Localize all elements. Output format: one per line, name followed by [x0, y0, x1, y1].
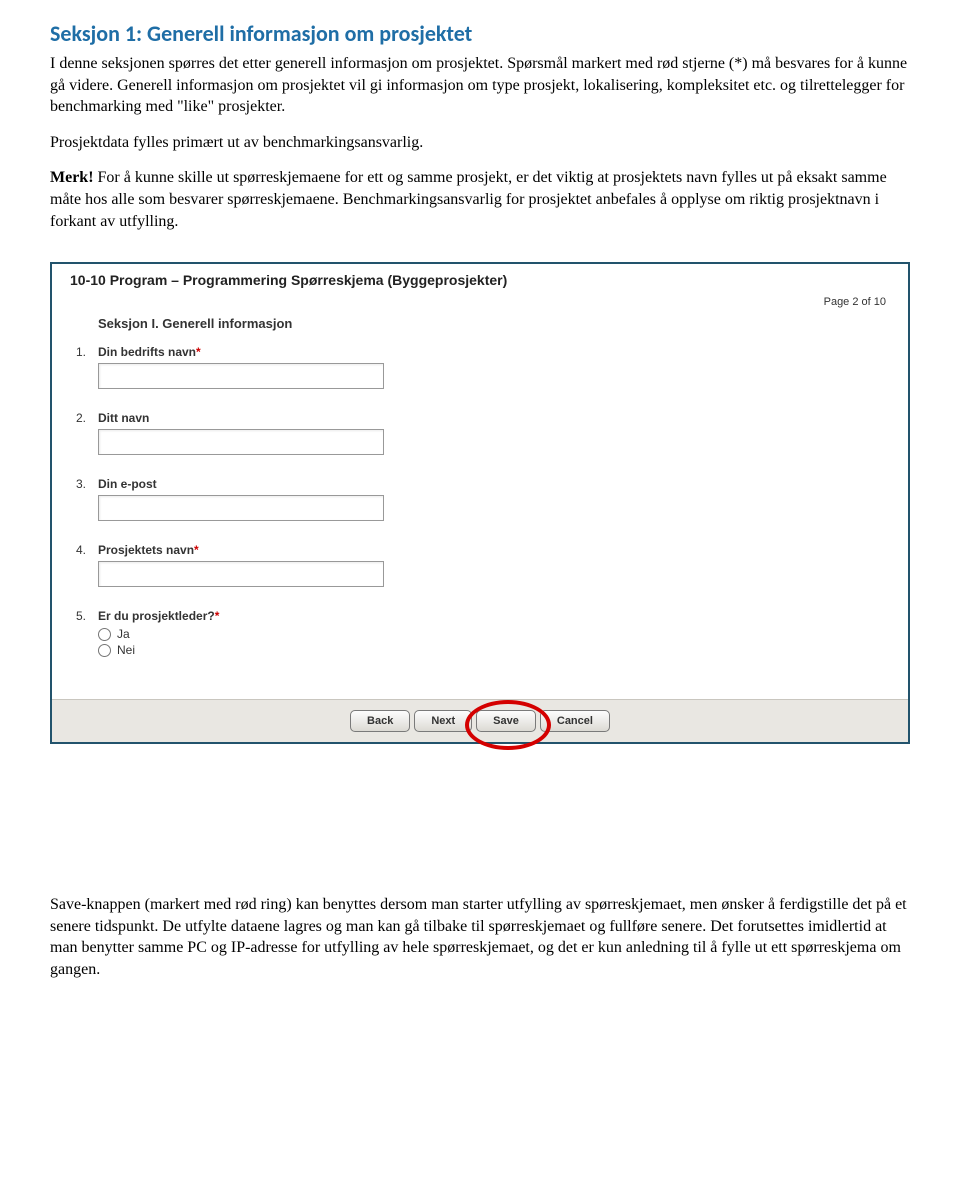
question-label-text: Ditt navn — [98, 411, 149, 425]
back-button[interactable]: Back — [350, 710, 410, 732]
company-name-input[interactable] — [98, 363, 384, 389]
question-label-text: Din e-post — [98, 477, 157, 491]
section-heading: Seksjon 1: Generell informasjon om prosj… — [50, 20, 910, 47]
radio-no-label: Nei — [117, 643, 135, 657]
question-row: 5. Er du prosjektleder?* Ja Nei — [76, 609, 890, 659]
question-number: 5. — [76, 609, 98, 623]
required-star-icon: * — [194, 543, 199, 557]
cancel-button[interactable]: Cancel — [540, 710, 610, 732]
question-number: 1. — [76, 345, 98, 359]
question-label: Din e-post — [98, 477, 890, 491]
radio-yes-label: Ja — [117, 627, 130, 641]
radio-option-yes[interactable]: Ja — [98, 627, 890, 641]
button-bar: Back Next Save Cancel — [52, 699, 908, 742]
question-row: 1. Din bedrifts navn* — [76, 345, 890, 389]
question-label: Ditt navn — [98, 411, 890, 425]
project-name-input[interactable] — [98, 561, 384, 587]
question-number: 4. — [76, 543, 98, 557]
question-label: Din bedrifts navn* — [98, 345, 890, 359]
form-section-title: Seksjon I. Generell informasjon — [98, 316, 890, 331]
merk-paragraph: Merk! For å kunne skille ut spørreskjema… — [50, 167, 910, 232]
form-screenshot: 10-10 Program – Programmering Spørreskje… — [50, 262, 910, 744]
merk-label: Merk! — [50, 169, 94, 186]
question-number: 2. — [76, 411, 98, 425]
question-label-text: Er du prosjektleder? — [98, 609, 215, 623]
question-row: 2. Ditt navn — [76, 411, 890, 455]
question-label: Prosjektets navn* — [98, 543, 890, 557]
email-input[interactable] — [98, 495, 384, 521]
form-title: 10-10 Program – Programmering Spørreskje… — [70, 272, 890, 288]
required-star-icon: * — [196, 345, 201, 359]
question-label-text: Din bedrifts navn — [98, 345, 196, 359]
intro-paragraph-1: I denne seksjonen spørres det etter gene… — [50, 53, 910, 118]
radio-yes-input[interactable] — [98, 628, 111, 641]
next-button[interactable]: Next — [414, 710, 472, 732]
question-label: Er du prosjektleder?* — [98, 609, 890, 623]
your-name-input[interactable] — [98, 429, 384, 455]
page-indicator: Page 2 of 10 — [70, 296, 890, 308]
question-row: 3. Din e-post — [76, 477, 890, 521]
question-label-text: Prosjektets navn — [98, 543, 194, 557]
save-button[interactable]: Save — [476, 710, 536, 732]
question-number: 3. — [76, 477, 98, 491]
required-star-icon: * — [215, 609, 220, 623]
question-row: 4. Prosjektets navn* — [76, 543, 890, 587]
intro-paragraph-2: Prosjektdata fylles primært ut av benchm… — [50, 132, 910, 154]
radio-no-input[interactable] — [98, 644, 111, 657]
radio-option-no[interactable]: Nei — [98, 643, 890, 657]
merk-text: For å kunne skille ut spørreskjemaene fo… — [50, 169, 887, 229]
footer-paragraph: Save-knappen (markert med rød ring) kan … — [50, 894, 910, 980]
